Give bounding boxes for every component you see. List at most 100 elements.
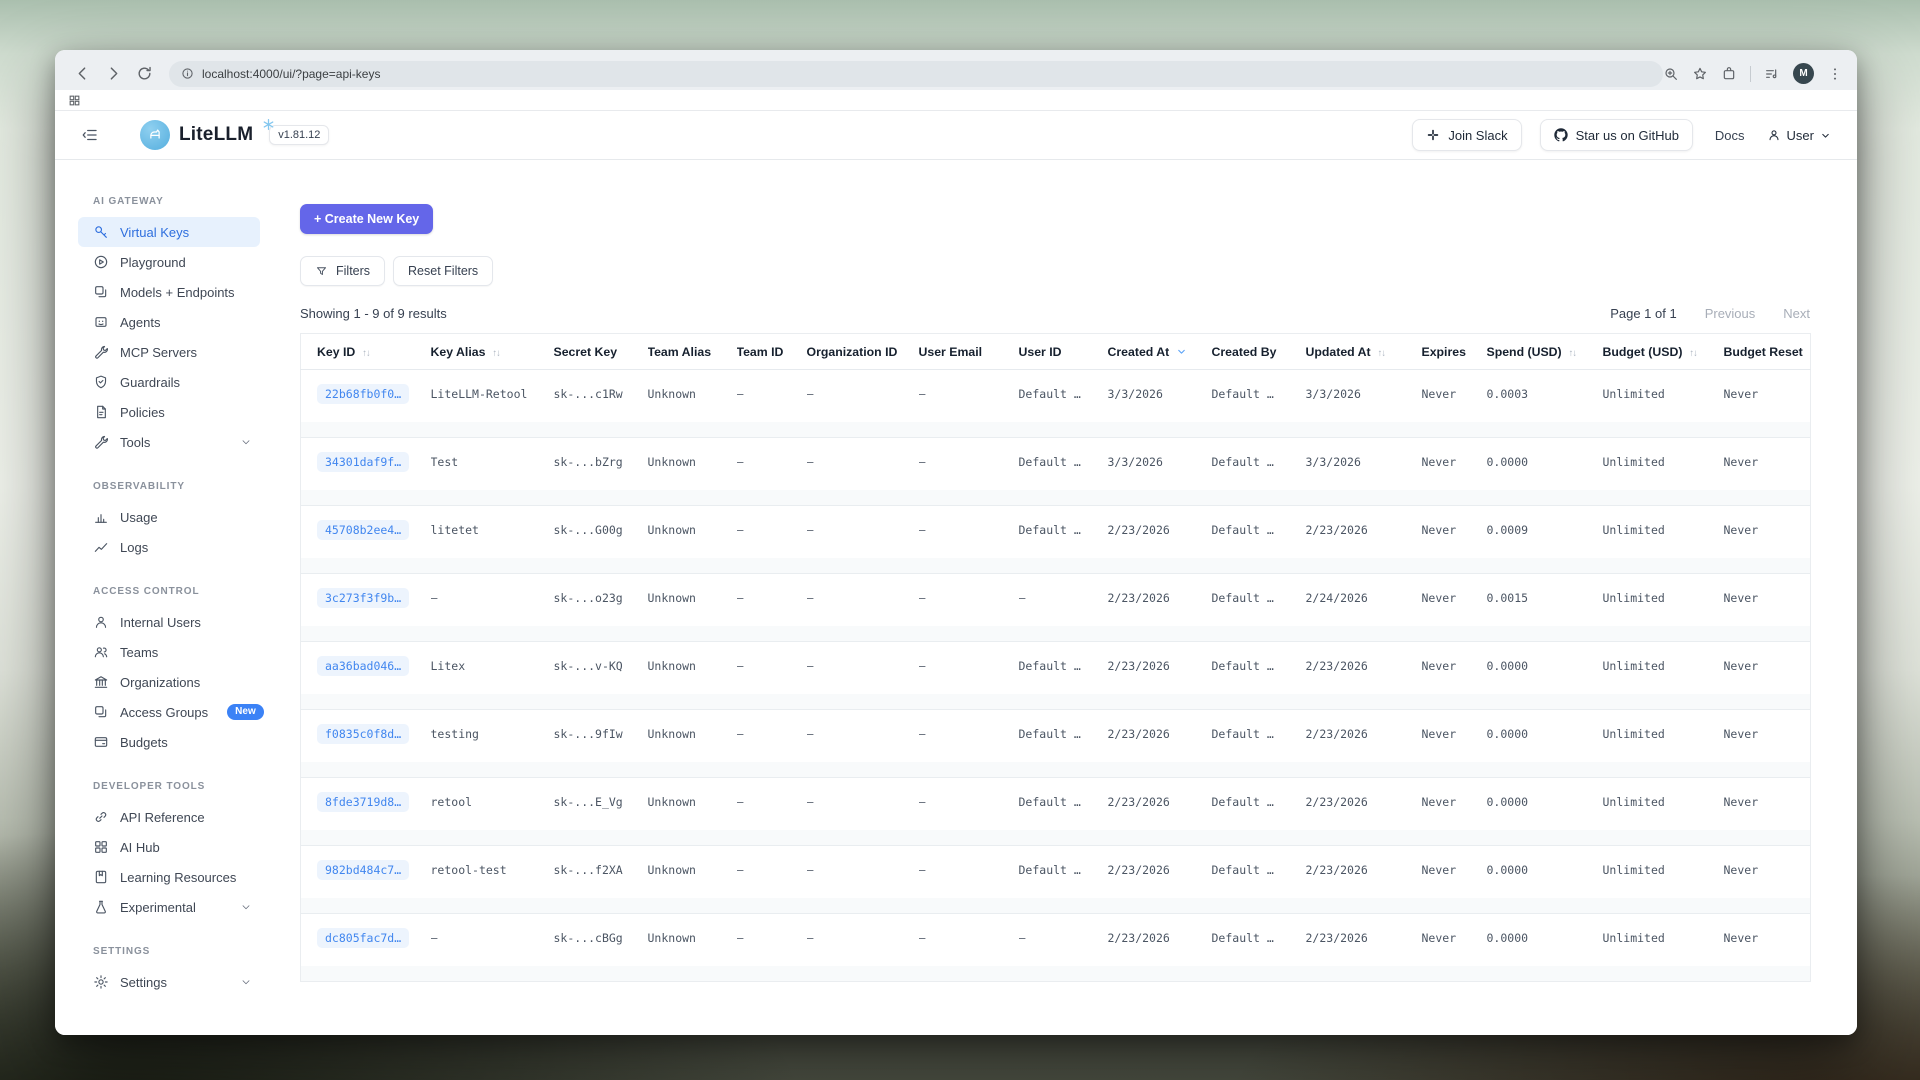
sidebar-item-ai-hub[interactable]: AI Hub [78,832,260,862]
sidebar-item-access-groups[interactable]: Access GroupsNew [78,697,260,727]
sidebar-item-teams[interactable]: Teams [78,637,260,667]
column-header-updated-at[interactable]: Updated At↑↓ [1306,334,1422,370]
column-header-budget-reset[interactable]: Budget Reset [1724,334,1811,370]
sidebar-item-virtual-keys[interactable]: Virtual Keys [78,217,260,247]
filters-button[interactable]: Filters [300,256,385,286]
side-panel-icon[interactable] [1764,66,1780,82]
column-label: Secret Key [554,345,618,359]
column-header-user-email[interactable]: User Email [919,334,1019,370]
sidebar-item-budgets[interactable]: Budgets [78,727,260,757]
key-id-link[interactable]: 982bd484c7… [317,860,409,880]
key-id-link[interactable]: dc805fac7d… [317,928,409,948]
cell-team-alias: Unknown [648,370,737,438]
extensions-icon[interactable] [1721,66,1737,82]
cell-organization-id: – [807,914,919,982]
join-slack-button[interactable]: Join Slack [1412,119,1521,151]
apps-grid-icon[interactable] [68,94,81,107]
sidebar-item-agents[interactable]: Agents [78,307,260,337]
reload-icon[interactable] [136,65,153,82]
column-header-created-at[interactable]: Created At [1108,334,1212,370]
cell-expires: Never [1422,438,1487,506]
cell-team-id: – [737,914,807,982]
cell-budget-reset: Never [1724,710,1811,778]
reset-filters-button[interactable]: Reset Filters [393,256,493,286]
column-label: Expires [1422,345,1466,359]
sidebar-item-label: AI Hub [120,840,160,855]
column-label: Key Alias [431,345,486,359]
browser-profile-avatar[interactable]: M [1793,63,1814,84]
column-header-created-by[interactable]: Created By [1212,334,1306,370]
cell-team-id: – [737,846,807,914]
cell-key-alias: – [431,914,554,982]
cell-key-id: 22b68fb0f0… [301,370,431,438]
key-id-link[interactable]: 34301daf9f… [317,452,409,472]
sidebar-item-playground[interactable]: Playground [78,247,260,277]
cell-team-alias: Unknown [648,778,737,846]
cell-spend-usd: 0.0000 [1487,642,1603,710]
forward-icon[interactable] [105,65,122,82]
cell-user-id: Default … [1019,370,1108,438]
cell-budget-reset: Never [1724,574,1811,642]
zoom-search-icon[interactable] [1663,66,1679,82]
sidebar-item-experimental[interactable]: Experimental [78,892,260,922]
cell-team-alias: Unknown [648,710,737,778]
key-id-link[interactable]: 3c273f3f9b… [317,588,409,608]
key-icon [93,224,109,240]
back-icon[interactable] [74,65,91,82]
column-header-key-id[interactable]: Key ID↑↓ [301,334,431,370]
next-button[interactable]: Next [1783,306,1810,321]
sidebar-item-api-reference[interactable]: API Reference [78,802,260,832]
cell-team-id: – [737,710,807,778]
user-menu[interactable]: User [1767,128,1831,143]
key-id-link[interactable]: f0835c0f8d… [317,724,409,744]
column-header-team-alias[interactable]: Team Alias [648,334,737,370]
cell-user-email: – [919,914,1019,982]
sidebar-item-organizations[interactable]: Organizations [78,667,260,697]
key-id-link[interactable]: 8fde3719d8… [317,792,409,812]
sidebar-item-learning-resources[interactable]: Learning Resources [78,862,260,892]
sidebar-item-models-endpoints[interactable]: Models + Endpoints [78,277,260,307]
column-header-expires[interactable]: Expires [1422,334,1487,370]
column-label: Organization ID [807,345,898,359]
cell-updated-at: 2/23/2026 [1306,506,1422,574]
sidebar-item-policies[interactable]: Policies [78,397,260,427]
column-header-secret-key[interactable]: Secret Key [554,334,648,370]
cell-spend-usd: 0.0009 [1487,506,1603,574]
grid-icon [93,839,109,855]
key-id-link[interactable]: aa36bad046… [317,656,409,676]
sidebar-item-settings[interactable]: Settings [78,967,260,997]
column-header-organization-id[interactable]: Organization ID [807,334,919,370]
cell-updated-at: 2/24/2026 [1306,574,1422,642]
sidebar-section-label: OBSERVABILITY [93,481,280,492]
wrench-icon [93,434,109,450]
sidebar-item-usage[interactable]: Usage [78,502,260,532]
column-header-key-alias[interactable]: Key Alias↑↓ [431,334,554,370]
sidebar-item-internal-users[interactable]: Internal Users [78,607,260,637]
key-id-link[interactable]: 45708b2ee4… [317,520,409,540]
sidebar-item-logs[interactable]: Logs [78,532,260,562]
create-new-key-button[interactable]: + Create New Key [300,204,433,234]
column-header-spend-usd[interactable]: Spend (USD)↑↓ [1487,334,1603,370]
star-github-button[interactable]: Star us on GitHub [1540,119,1693,151]
column-header-team-id[interactable]: Team ID [737,334,807,370]
sidebar-collapse-icon[interactable] [81,126,99,144]
key-id-link[interactable]: 22b68fb0f0… [317,384,409,404]
sidebar-item-mcp-servers[interactable]: MCP Servers [78,337,260,367]
sidebar-item-tools[interactable]: Tools [78,427,260,457]
previous-button[interactable]: Previous [1705,306,1756,321]
sort-desc-icon [1176,346,1187,357]
column-header-budget-usd[interactable]: Budget (USD)↑↓ [1603,334,1724,370]
cell-user-id: – [1019,914,1108,982]
bookmark-star-icon[interactable] [1692,66,1708,82]
cell-organization-id: – [807,778,919,846]
info-icon[interactable] [181,67,194,80]
column-header-user-id[interactable]: User ID [1019,334,1108,370]
menu-dots-icon[interactable] [1827,66,1843,82]
cell-key-id: 34301daf9f… [301,438,431,506]
url-bar[interactable]: localhost:4000/ui/?page=api-keys [169,61,1663,87]
sidebar-item-guardrails[interactable]: Guardrails [78,367,260,397]
cell-user-id: Default … [1019,438,1108,506]
cell-created-by: Default … [1212,506,1306,574]
docs-link[interactable]: Docs [1715,128,1745,143]
cell-key-alias: retool-test [431,846,554,914]
